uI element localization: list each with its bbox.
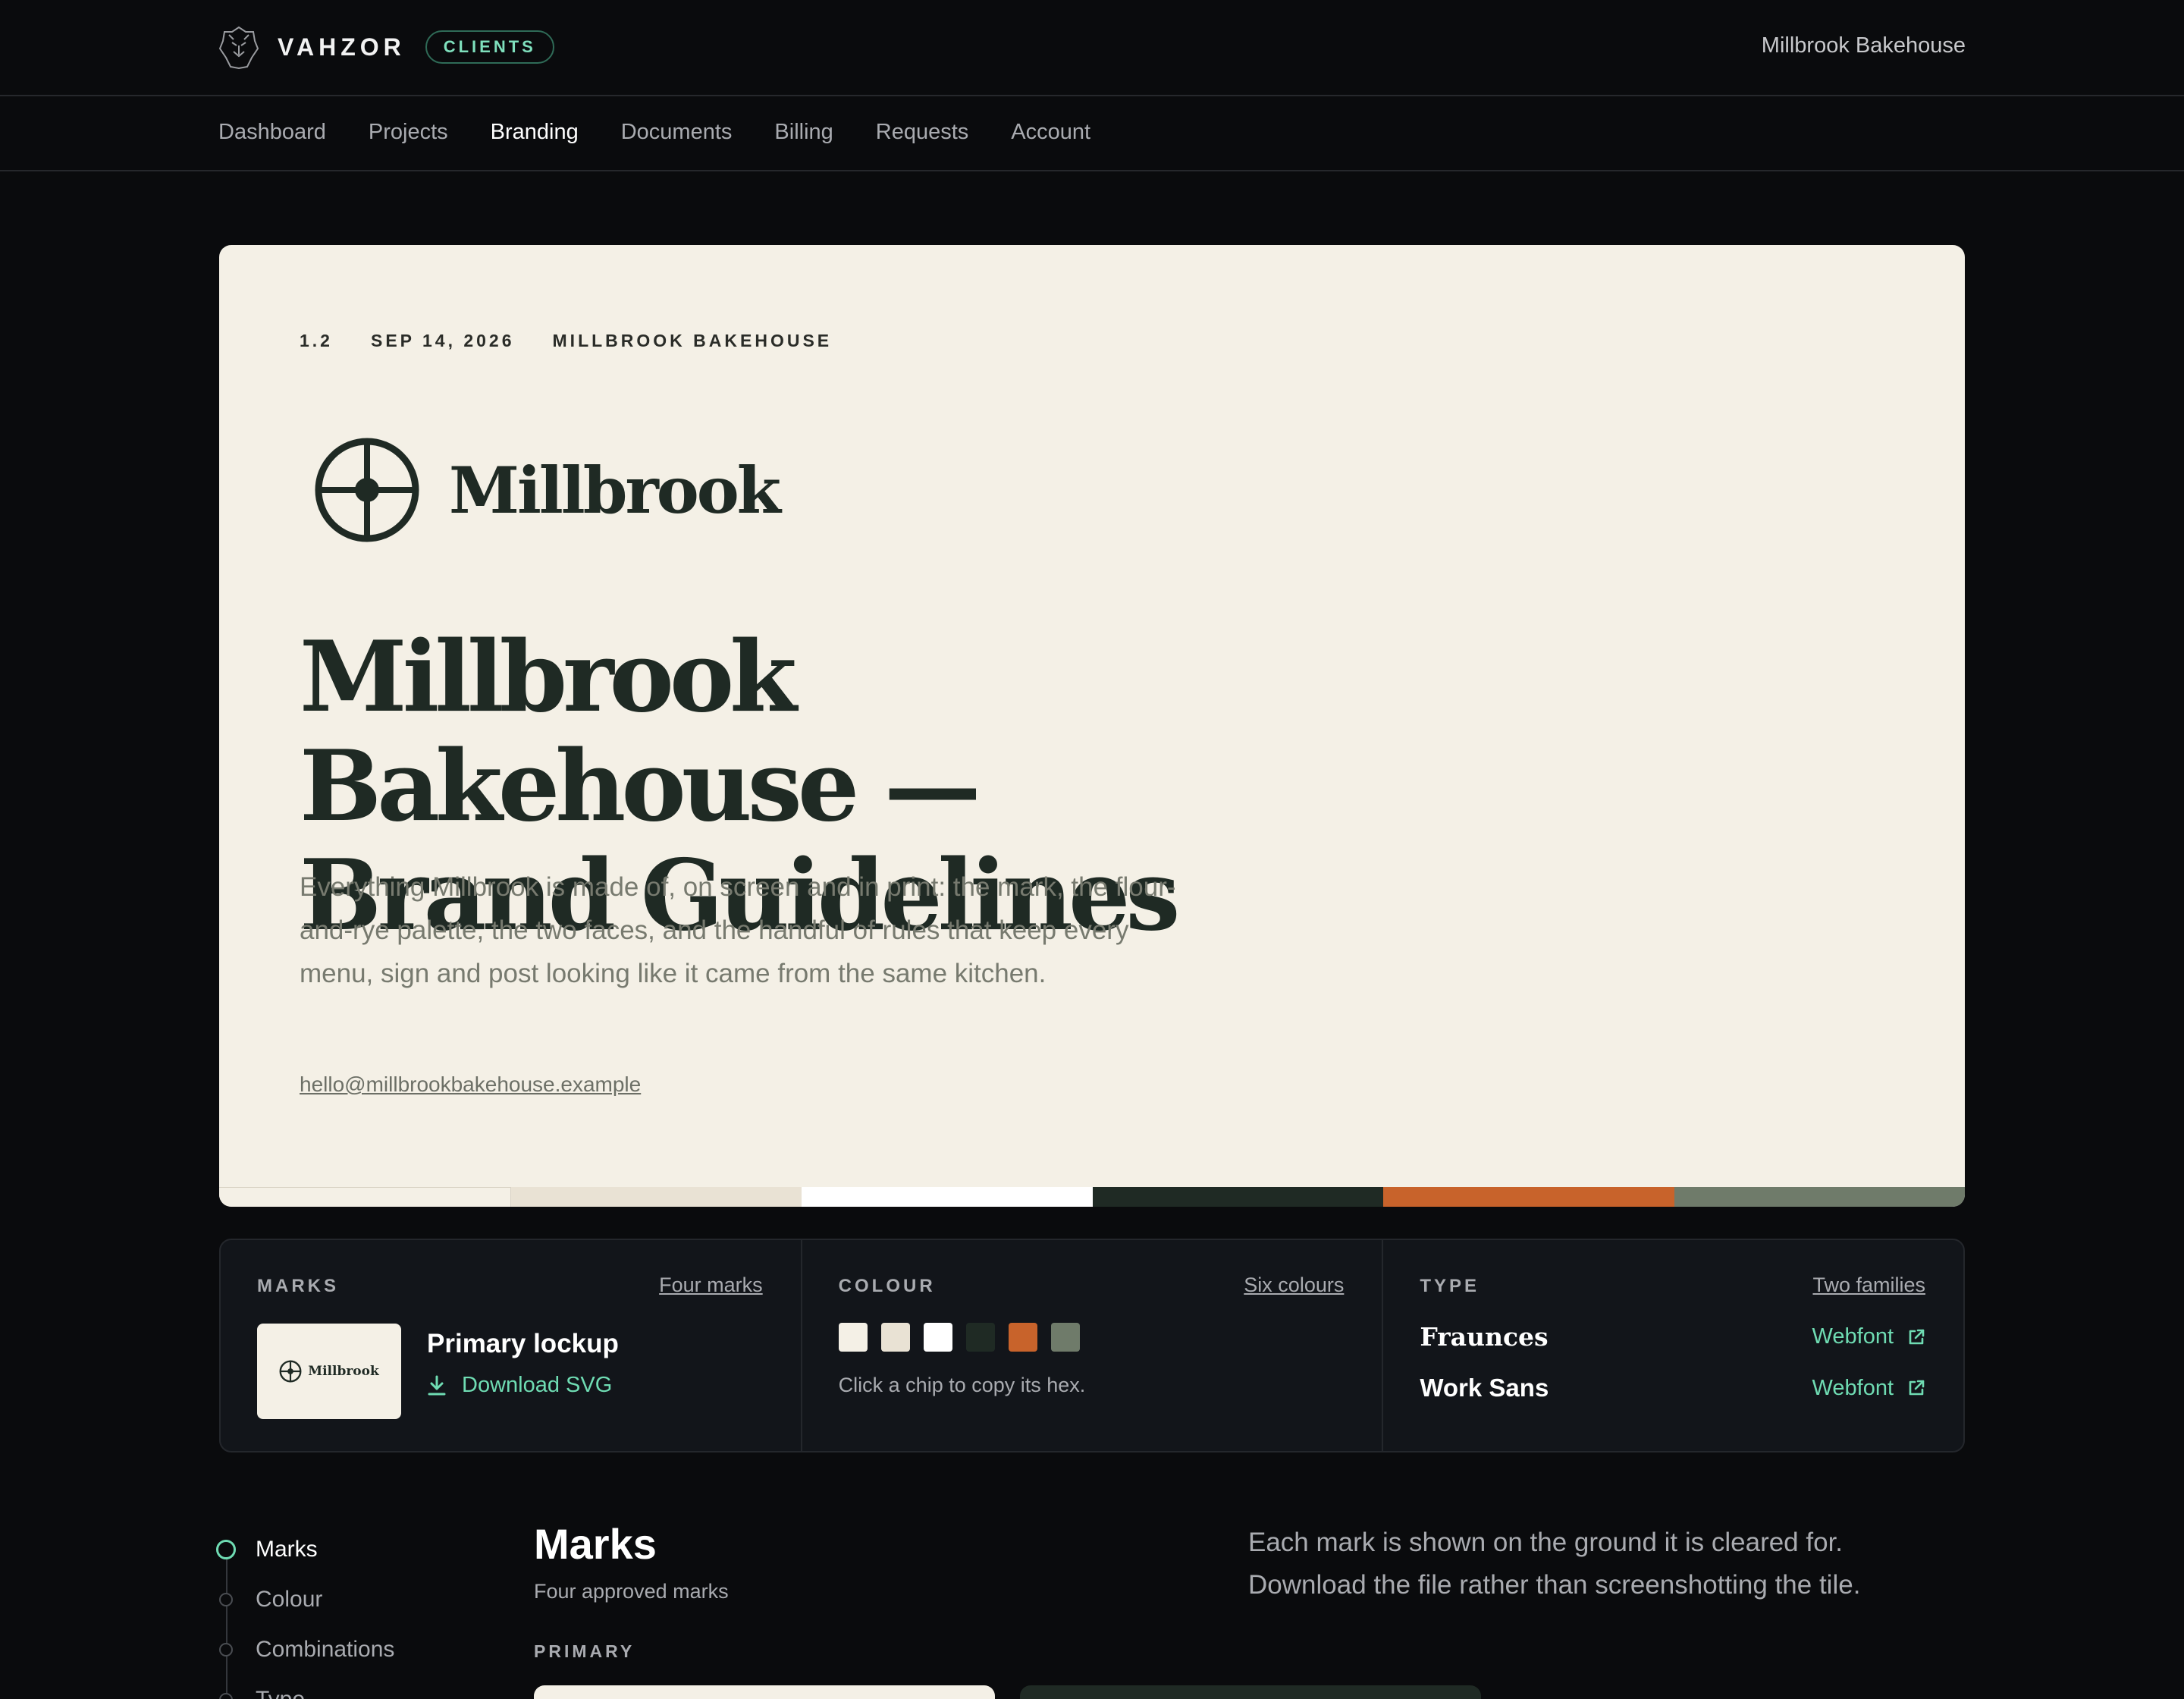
primary-lockup-thumbnail[interactable]: Millbrook <box>257 1324 401 1419</box>
colour-chip[interactable] <box>1050 1323 1080 1352</box>
toc-label: Combinations <box>256 1637 395 1662</box>
toc-dot <box>219 1693 233 1699</box>
millbrook-mark-icon <box>279 1360 302 1383</box>
lockup-wordmark: Millbrook <box>449 452 781 528</box>
colour-chip[interactable] <box>880 1323 910 1352</box>
font-name: Fraunces <box>1420 1322 1549 1352</box>
webfont-label: Webfont <box>1812 1375 1894 1400</box>
font-row-fraunces: Fraunces Webfont <box>1420 1322 1925 1352</box>
nav-dashboard[interactable]: Dashboard <box>218 120 326 145</box>
toc-dot-active <box>216 1540 236 1559</box>
main-nav: Dashboard Projects Branding Documents Bi… <box>0 97 2184 171</box>
font-name: Work Sans <box>1420 1374 1549 1402</box>
nav-documents[interactable]: Documents <box>621 120 733 145</box>
colour-chip[interactable] <box>965 1323 995 1352</box>
section-note: Each mark is shown on the ground it is c… <box>1248 1528 1861 1600</box>
download-svg-button[interactable]: Download SVG <box>427 1373 612 1398</box>
colour-chips <box>838 1323 1094 1352</box>
colour-chip[interactable] <box>1008 1323 1037 1352</box>
type-summary: TYPE Two families Fraunces Webfont Work … <box>1383 1240 1963 1451</box>
primary-lockup-title: Primary lockup <box>427 1329 619 1358</box>
type-label: TYPE <box>1420 1276 1480 1296</box>
contact-email-link[interactable]: hello@millbrookbakehouse.example <box>300 1072 641 1097</box>
palette-swatch <box>510 1187 802 1207</box>
section-subtitle: Four approved marks <box>534 1580 729 1603</box>
palette-strip <box>219 1187 1965 1207</box>
nav-requests[interactable]: Requests <box>876 120 969 145</box>
chip-hint: Click a chip to copy its hex. <box>838 1374 1086 1396</box>
download-svg-label: Download SVG <box>462 1373 613 1397</box>
primary-lockup: Millbrook <box>314 437 781 543</box>
palette-swatch <box>802 1187 1093 1207</box>
hero-date: SEP 14, 2026 <box>370 331 515 350</box>
clients-badge: CLIENTS <box>425 30 554 64</box>
lion-logo-icon <box>218 26 259 70</box>
toc-dot <box>219 1593 233 1606</box>
download-icon <box>428 1375 446 1395</box>
section-toc: Marks Colour Combinations Type <box>214 1525 394 1699</box>
four-marks-link[interactable]: Four marks <box>659 1273 763 1297</box>
toc-item-combinations[interactable]: Combinations <box>214 1625 394 1675</box>
brand-hero-card: 1.2 SEP 14, 2026 MILLBROOK BAKEHOUSE Mil… <box>219 245 1965 1207</box>
marks-label: MARKS <box>257 1276 339 1296</box>
six-colours-link[interactable]: Six colours <box>1244 1273 1344 1297</box>
section-title: Marks <box>534 1520 657 1568</box>
nav-billing[interactable]: Billing <box>774 120 833 145</box>
webfont-link[interactable]: Webfont <box>1812 1324 1925 1349</box>
toc-item-marks[interactable]: Marks <box>214 1525 394 1575</box>
marks-summary: MARKS Four marks Millbrook Primary locku… <box>221 1240 802 1451</box>
mark-tile-light[interactable] <box>534 1685 995 1699</box>
top-bar: VAHZOR CLIENTS Millbrook Bakehouse <box>0 0 2184 96</box>
two-families-link[interactable]: Two families <box>1812 1273 1925 1297</box>
palette-swatch <box>1674 1187 1965 1207</box>
palette-swatch <box>1383 1187 1674 1207</box>
external-link-icon <box>1909 1380 1925 1396</box>
brand-name: VAHZOR <box>278 33 406 61</box>
app-logo[interactable]: VAHZOR CLIENTS <box>218 24 554 70</box>
toc-label: Marks <box>256 1537 318 1562</box>
colour-chip[interactable] <box>923 1323 952 1352</box>
palette-swatch <box>1092 1187 1383 1207</box>
hero-meta: 1.2 SEP 14, 2026 MILLBROOK BAKEHOUSE <box>300 331 870 351</box>
nav-account[interactable]: Account <box>1011 120 1090 145</box>
webfont-link[interactable]: Webfont <box>1812 1376 1925 1401</box>
palette-swatch <box>219 1187 511 1207</box>
group-label: PRIMARY <box>534 1641 635 1661</box>
hero-client: MILLBROOK BAKEHOUSE <box>552 331 833 350</box>
toc-dot <box>219 1643 233 1657</box>
font-row-work-sans: Work Sans Webfont <box>1420 1374 1925 1402</box>
mark-tile-dark[interactable] <box>1020 1685 1481 1699</box>
toc-item-colour[interactable]: Colour <box>214 1575 394 1625</box>
colour-summary: COLOUR Six colours Click a chip to copy … <box>802 1240 1384 1451</box>
webfont-label: Webfont <box>1812 1324 1894 1349</box>
external-link-icon <box>1909 1329 1925 1344</box>
thumbnail-wordmark: Millbrook <box>308 1364 379 1379</box>
nav-projects[interactable]: Projects <box>369 120 448 145</box>
colour-label: COLOUR <box>838 1276 936 1296</box>
toc-label: Colour <box>256 1587 323 1612</box>
hero-description: Everything Millbrook is made of, on scre… <box>300 872 1176 988</box>
toc-item-type[interactable]: Type <box>214 1675 394 1699</box>
millbrook-mark-icon <box>315 438 419 542</box>
hero-version: 1.2 <box>300 331 333 350</box>
account-client-name[interactable]: Millbrook Bakehouse <box>1762 33 1966 58</box>
brand-summary-panel: MARKS Four marks Millbrook Primary locku… <box>219 1239 1965 1452</box>
toc-label: Type <box>256 1687 305 1699</box>
nav-branding[interactable]: Branding <box>491 120 579 145</box>
colour-chip[interactable] <box>838 1323 868 1352</box>
